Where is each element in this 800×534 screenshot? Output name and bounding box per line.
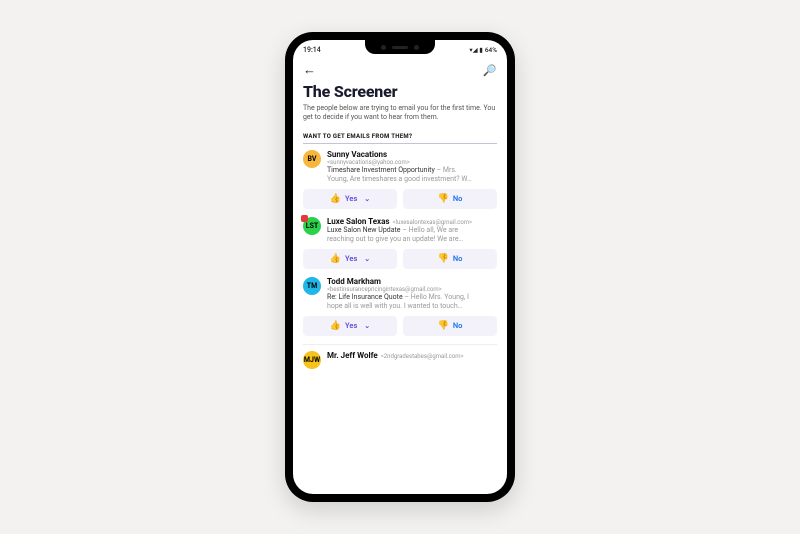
no-label: No [453, 254, 463, 263]
yes-label: Yes [345, 194, 357, 203]
sender-avatar: LST [303, 217, 321, 235]
sender-avatar: BV [303, 150, 321, 168]
sender-name: Todd Markham [327, 277, 381, 286]
divider [303, 344, 497, 345]
sender-item: LST Luxe Salon Texas <luxesalontexas@gma… [303, 217, 497, 269]
page-subtitle: The people below are trying to email you… [303, 104, 497, 123]
back-arrow-icon[interactable]: ← [303, 62, 316, 78]
page-title: The Screener [303, 82, 497, 101]
yes-label: Yes [345, 321, 357, 330]
sender-item: BV Sunny Vacations <sunnyvacations@yahoo… [303, 150, 497, 209]
phone-notch [365, 40, 435, 54]
status-time: 19:14 [303, 46, 321, 54]
sender-avatar: MJW [303, 351, 321, 369]
app-bar: ← 🔍 [293, 56, 507, 82]
section-heading: WANT TO GET EMAILS FROM THEM? [303, 133, 497, 144]
sender-email: <luxesalontexas@gmail.com> [393, 219, 473, 226]
email-subject: Luxe Salon New Update [327, 226, 401, 234]
email-subject: Re: Life Insurance Quote [327, 293, 403, 301]
thumbs-down-icon: 👎 [438, 254, 449, 264]
no-button[interactable]: 👎 No [403, 249, 497, 269]
email-preview-line2: hope all is well with you. I wanted to t… [327, 302, 497, 311]
sender-email: <bestinsurancepricingintexas@gmail.com> [327, 286, 497, 293]
sender-name: Luxe Salon Texas [327, 217, 390, 226]
thumbs-up-icon: 👍 [330, 194, 341, 204]
search-icon[interactable]: 🔍 [483, 64, 497, 77]
chevron-down-icon: ⌄ [364, 195, 370, 203]
sender-email: <sunnyvacations@yahoo.com> [327, 159, 497, 166]
phone-screen: 19:14 ▾◢ ▮ 64% ← 🔍 The Screener The peop… [293, 40, 507, 494]
status-battery: 64% [485, 46, 497, 54]
status-icons: ▾◢ ▮ [469, 46, 482, 54]
chevron-down-icon: ⌄ [364, 255, 370, 263]
sender-item: MJW Mr. Jeff Wolfe <2ndgradestabes@gmail… [303, 351, 497, 369]
thumbs-up-icon: 👍 [330, 254, 341, 264]
email-preview-line2: Young, Are timeshares a good investment?… [327, 175, 497, 184]
sender-item: TM Todd Markham <bestinsurancepricingint… [303, 277, 497, 336]
email-preview: – Hello all, We are [401, 226, 459, 234]
no-label: No [453, 321, 463, 330]
yes-button[interactable]: 👍 Yes ⌄ [303, 189, 397, 209]
no-button[interactable]: 👎 No [403, 189, 497, 209]
phone-frame: 19:14 ▾◢ ▮ 64% ← 🔍 The Screener The peop… [285, 32, 515, 502]
email-preview: – Mrs. [435, 166, 457, 174]
avatar-badge-icon [301, 215, 308, 222]
email-preview-line2: reaching out to give you an update! We a… [327, 235, 497, 244]
yes-button[interactable]: 👍 Yes ⌄ [303, 316, 397, 336]
thumbs-down-icon: 👎 [438, 321, 449, 331]
no-button[interactable]: 👎 No [403, 316, 497, 336]
thumbs-up-icon: 👍 [330, 321, 341, 331]
yes-button[interactable]: 👍 Yes ⌄ [303, 249, 397, 269]
sender-email: <2ndgradestabes@gmail.com> [381, 353, 464, 360]
sender-name: Sunny Vacations [327, 150, 387, 159]
email-preview: – Hello Mrs. Young, I [403, 293, 469, 301]
sender-name: Mr. Jeff Wolfe [327, 351, 378, 360]
email-subject: Timeshare Investment Opportunity [327, 166, 435, 174]
no-label: No [453, 194, 463, 203]
yes-label: Yes [345, 254, 357, 263]
sender-avatar: TM [303, 277, 321, 295]
thumbs-down-icon: 👎 [438, 194, 449, 204]
chevron-down-icon: ⌄ [364, 322, 370, 330]
